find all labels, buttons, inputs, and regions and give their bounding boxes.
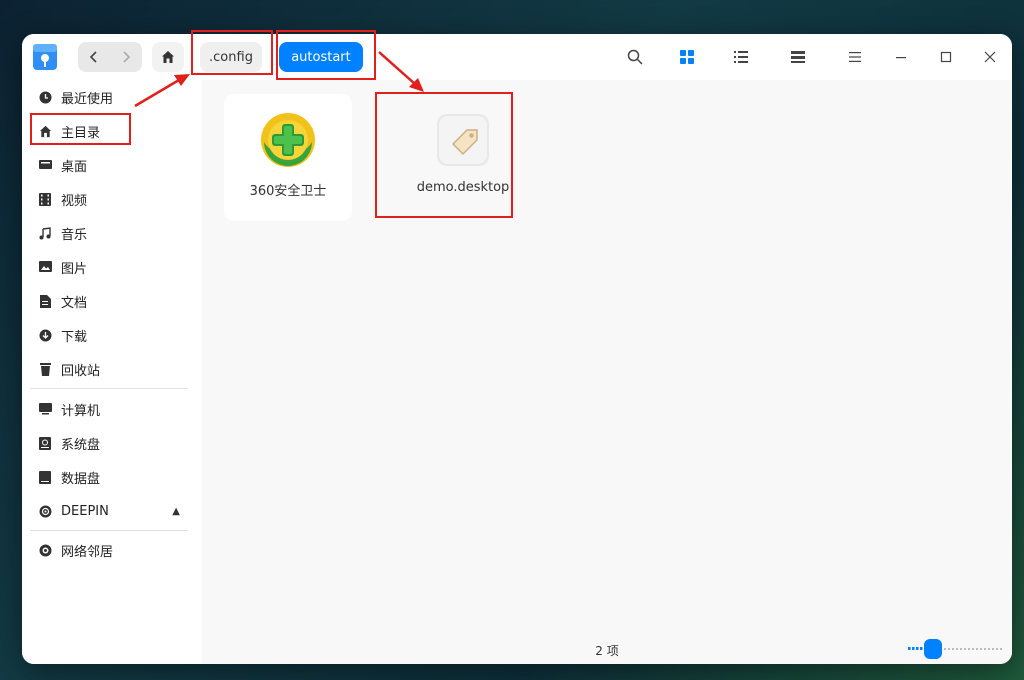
data-disk-icon xyxy=(38,470,52,484)
tree-view-button[interactable] xyxy=(788,47,808,67)
sidebar-item-documents[interactable]: 文档 xyxy=(30,286,190,316)
sidebar-item-label: 下载 xyxy=(61,329,88,345)
sidebar-item-label: 计算机 xyxy=(61,403,101,419)
sidebar-item-videos[interactable]: 视频 xyxy=(30,184,190,214)
annotation-box-autostart xyxy=(276,30,376,80)
annotation-box-demo-file xyxy=(375,92,513,218)
sidebar-item-label: DEEPIN xyxy=(61,503,109,519)
status-bar: 2 项 xyxy=(202,636,1012,664)
download-icon xyxy=(38,328,52,342)
disc-icon xyxy=(38,504,52,518)
file-item-360[interactable]: 360安全卫士 xyxy=(224,94,352,221)
minimize-button[interactable] xyxy=(891,47,911,67)
desktop-icon xyxy=(38,158,52,172)
sidebar-item-desktop[interactable]: 桌面 xyxy=(30,150,190,180)
sidebar-item-label: 回收站 xyxy=(61,363,101,379)
back-button[interactable] xyxy=(78,42,110,72)
maximize-icon xyxy=(940,51,952,63)
music-icon xyxy=(38,226,52,240)
sidebar-item-deepin[interactable]: DEEPIN ▲ xyxy=(30,496,190,526)
eject-icon[interactable]: ▲ xyxy=(172,506,180,517)
forward-button[interactable] xyxy=(110,42,142,72)
annotation-box-config xyxy=(191,30,273,75)
home-icon xyxy=(162,51,174,63)
search-button[interactable] xyxy=(625,47,645,67)
navigation-buttons xyxy=(78,42,142,72)
zoom-slider[interactable] xyxy=(908,639,1002,659)
file-manager-window: .config autostart 最近使用 主目录 桌面 视频 音乐 图片 文… xyxy=(22,34,1012,664)
file-manager-logo-icon xyxy=(33,44,57,70)
sidebar-item-label: 最近使用 xyxy=(61,91,114,107)
sidebar-item-label: 桌面 xyxy=(61,159,88,175)
system-disk-icon xyxy=(38,436,52,450)
sidebar-item-pictures[interactable]: 图片 xyxy=(30,252,190,282)
tree-view-icon xyxy=(791,51,805,63)
annotation-box-home xyxy=(30,113,131,145)
minimize-icon xyxy=(896,57,906,59)
search-icon xyxy=(627,49,643,65)
clock-icon xyxy=(38,90,52,104)
sidebar-item-label: 文档 xyxy=(61,295,88,311)
sidebar-item-label: 视频 xyxy=(61,193,88,209)
close-button[interactable] xyxy=(980,47,1000,67)
file-name: 360安全卫士 xyxy=(249,184,327,199)
menu-icon xyxy=(849,52,861,62)
sidebar-item-label: 图片 xyxy=(61,261,88,277)
sidebar-item-recent[interactable]: 最近使用 xyxy=(30,82,190,112)
sidebar-item-label: 系统盘 xyxy=(61,437,101,453)
sidebar-item-network[interactable]: 网络邻居 xyxy=(30,535,190,565)
sidebar-item-system-disk[interactable]: 系统盘 xyxy=(30,428,190,458)
close-icon xyxy=(984,51,996,63)
video-icon xyxy=(38,192,52,206)
maximize-button[interactable] xyxy=(936,47,956,67)
breadcrumb-home[interactable] xyxy=(152,42,184,72)
sidebar-divider xyxy=(30,388,188,389)
trash-icon xyxy=(38,362,52,376)
item-count: 2 项 xyxy=(595,643,619,658)
document-icon xyxy=(38,294,52,308)
sidebar-item-label: 数据盘 xyxy=(61,471,101,487)
list-view-icon xyxy=(734,51,748,63)
sidebar-item-computer[interactable]: 计算机 xyxy=(30,394,190,424)
computer-icon xyxy=(38,402,52,416)
360-security-icon xyxy=(261,113,315,167)
sidebar-item-music[interactable]: 音乐 xyxy=(30,218,190,248)
slider-handle[interactable] xyxy=(924,639,942,659)
sidebar-item-data-disk[interactable]: 数据盘 xyxy=(30,462,190,492)
sidebar-item-downloads[interactable]: 下载 xyxy=(30,320,190,350)
main-menu-button[interactable] xyxy=(845,47,865,67)
titlebar: .config autostart xyxy=(22,34,1012,80)
sidebar-divider xyxy=(30,530,188,531)
file-view: 360安全卫士 demo.desktop 2 项 xyxy=(202,80,1012,664)
chevron-left-icon xyxy=(89,51,97,63)
sidebar: 最近使用 主目录 桌面 视频 音乐 图片 文档 下载 回收站 计算机 系统盘 数… xyxy=(22,80,202,664)
list-view-button[interactable] xyxy=(731,47,751,67)
sidebar-item-trash[interactable]: 回收站 xyxy=(30,354,190,384)
grid-view-icon xyxy=(680,50,694,64)
network-icon xyxy=(38,543,52,557)
picture-icon xyxy=(38,260,52,274)
chevron-right-icon xyxy=(123,51,131,63)
icon-view-button[interactable] xyxy=(677,47,697,67)
sidebar-item-label: 网络邻居 xyxy=(61,544,114,560)
sidebar-item-label: 音乐 xyxy=(61,227,88,243)
